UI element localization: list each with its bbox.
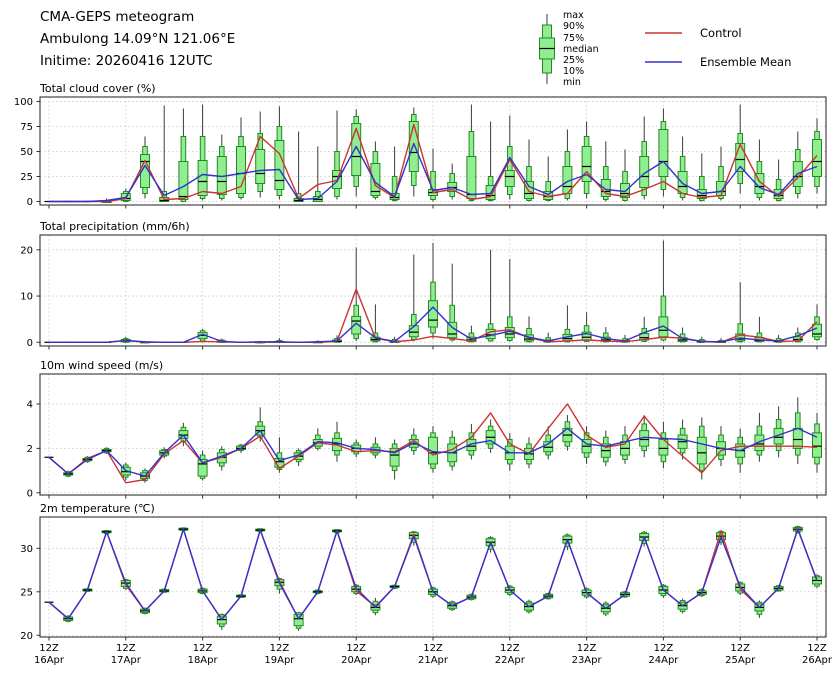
- axis-ticks: [37, 250, 818, 350]
- box-25-75: [525, 182, 534, 199]
- box-25-75: [467, 157, 476, 199]
- box-25-75: [371, 164, 380, 196]
- figure-header: CMA-GEPS meteogram Ambulong 14.09°N 121.…: [40, 6, 235, 72]
- box-25-75: [697, 437, 706, 464]
- panel-temperature-2m: 20 25 30 2m temperature (℃): [20, 502, 826, 642]
- box-25-75: [505, 171, 514, 187]
- x-tick-date-label: 26Apr: [802, 655, 833, 666]
- figure-title: CMA-GEPS meteogram: [40, 6, 235, 28]
- panel-title-temperature-2m: 2m temperature (℃): [40, 502, 155, 515]
- box-25-75: [294, 614, 303, 625]
- x-tick-hour-label: 12Z: [807, 643, 827, 654]
- box-25-75: [793, 428, 802, 448]
- x-tick-date-label: 17Apr: [111, 655, 142, 666]
- x-tick-date-label: 24Apr: [648, 655, 679, 666]
- x-tick-hour-label: 12Z: [577, 643, 597, 654]
- x-tick-date-label: 16Apr: [34, 655, 65, 666]
- y-tick-label: 25: [20, 172, 33, 183]
- y-tick-label: 10: [20, 292, 33, 303]
- y-tick-label: 20: [20, 245, 33, 256]
- x-tick-hour-label: 12Z: [193, 643, 213, 654]
- legend-label-p90: 90%: [563, 21, 584, 32]
- panel-total-precipitation: 0 10 20 Total precipitation (mm/6h): [20, 220, 826, 350]
- x-tick-hour-label: 12Z: [116, 643, 136, 654]
- y-tick-label: 25: [20, 587, 33, 598]
- y-tick-label: 0: [27, 338, 33, 349]
- y-tick-label: 100: [14, 97, 33, 108]
- legend-label-p25: 25%: [563, 55, 584, 66]
- box-25-75: [179, 162, 188, 200]
- x-tick-date-label: 22Apr: [495, 655, 526, 666]
- x-tick-hour-label: 12Z: [270, 643, 290, 654]
- box-25-75: [659, 130, 668, 177]
- legend-label-control: Control: [700, 26, 742, 40]
- legend-label-p75: 75%: [563, 33, 584, 44]
- x-tick-hour-label: 12Z: [346, 643, 366, 654]
- station-coordinates: Ambulong 14.09°N 121.06°E: [40, 28, 235, 50]
- x-tick-date-label: 25Apr: [725, 655, 756, 666]
- y-tick-label: 20: [20, 631, 33, 642]
- box-25-75: [429, 301, 438, 327]
- box-25-75: [275, 141, 284, 190]
- x-tick-hour-label: 12Z: [39, 643, 59, 654]
- x-tick-hour-label: 12Z: [423, 643, 443, 654]
- meteogram-chart-canvas: 0255075100Total cloud cover (%)01020Tota…: [0, 0, 840, 680]
- x-tick-hour-label: 12Z: [500, 643, 520, 654]
- box-25-75: [256, 150, 265, 184]
- x-tick-hour-label: 12Z: [654, 643, 674, 654]
- legend-label-ensemble-mean: Ensemble Mean: [700, 55, 791, 69]
- legend-label-min: min: [563, 77, 581, 88]
- legend-line-samples: [645, 33, 682, 62]
- y-tick-label: 2: [27, 444, 33, 455]
- y-tick-label: 75: [20, 122, 33, 133]
- y-tick-label: 50: [20, 147, 33, 158]
- y-tick-label: 0: [27, 197, 33, 208]
- x-axis-labels: 12Z16Apr12Z17Apr12Z18Apr12Z19Apr12Z20Apr…: [34, 643, 833, 666]
- y-tick-label: 4: [27, 399, 33, 410]
- box-25-75: [409, 122, 418, 172]
- panel-title-total-cloud-cover: Total cloud cover (%): [39, 82, 156, 95]
- init-time: Initime: 20260416 12UTC: [40, 50, 235, 72]
- x-tick-date-label: 21Apr: [418, 655, 449, 666]
- gridlines: [40, 517, 826, 637]
- x-tick-date-label: 18Apr: [188, 655, 219, 666]
- meteogram-figure: 0255075100Total cloud cover (%)01020Tota…: [0, 0, 840, 680]
- panel-total-cloud-cover: 0 25 50 75 100 Total cloud cover (%): [14, 82, 826, 209]
- box-25-75: [198, 161, 207, 196]
- x-tick-date-label: 23Apr: [572, 655, 603, 666]
- x-tick-date-label: 20Apr: [341, 655, 372, 666]
- legend-label-max: max: [563, 10, 584, 21]
- box-25-75: [813, 140, 822, 177]
- panel-wind-speed-10m: 0 2 4 10m wind speed (m/s): [27, 359, 826, 499]
- legend-label-median: median: [563, 44, 599, 55]
- box-25-75: [813, 324, 822, 336]
- legend-label-p10: 10%: [563, 66, 584, 77]
- x-tick-hour-label: 12Z: [730, 643, 750, 654]
- y-tick-label: 30: [20, 544, 33, 555]
- box-whisker-series: [45, 241, 822, 343]
- panel-title-wind-speed-10m: 10m wind speed (m/s): [40, 359, 163, 372]
- x-tick-date-label: 19Apr: [264, 655, 295, 666]
- y-tick-label: 0: [27, 488, 33, 499]
- box-whisker-series: [45, 105, 822, 203]
- box-25-75: [352, 124, 361, 176]
- panel-title-total-precipitation: Total precipitation (mm/6h): [39, 220, 190, 233]
- box-whisker-legend-glyph: [540, 14, 555, 84]
